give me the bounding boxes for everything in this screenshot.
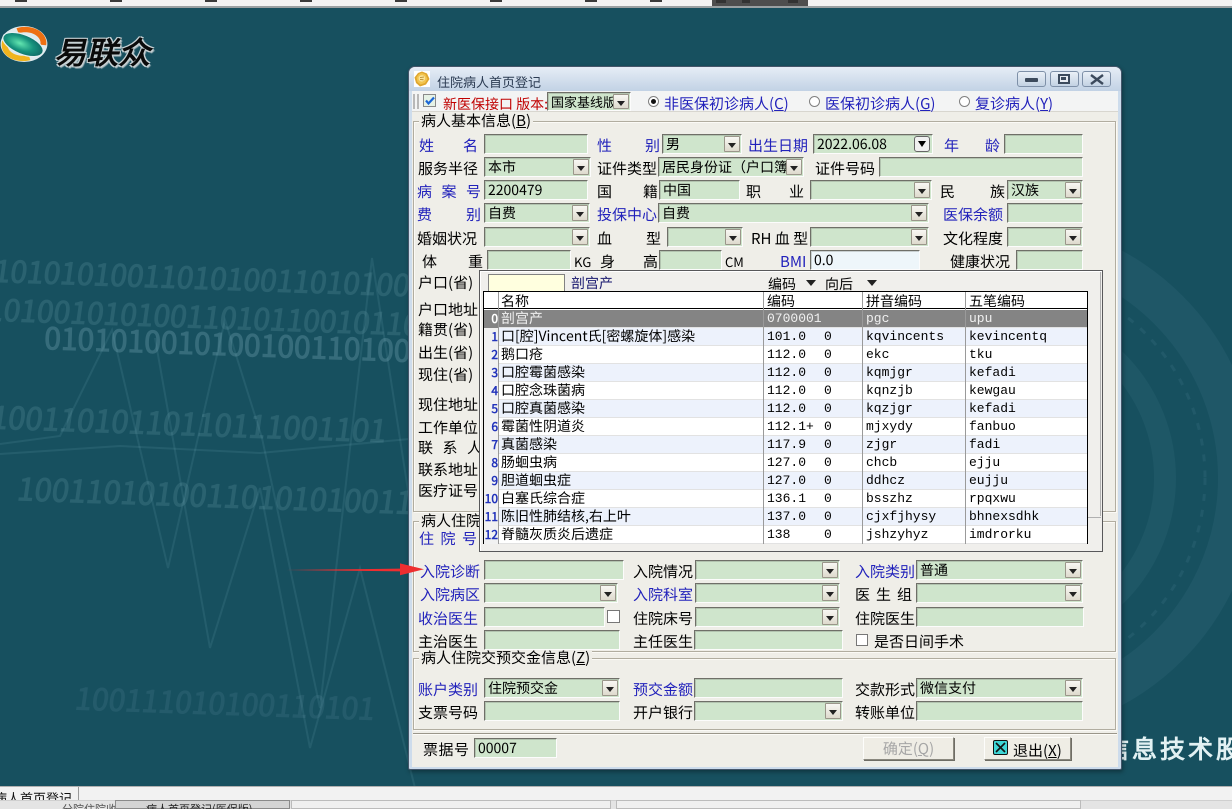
svg-text:100110101001101010100110: 100110101001101010100110	[15, 464, 434, 523]
svg-text:100111010100110101: 100111010100110101	[73, 675, 379, 729]
svg-text:10011010110110111001101: 10011010110110111001101	[0, 393, 390, 451]
